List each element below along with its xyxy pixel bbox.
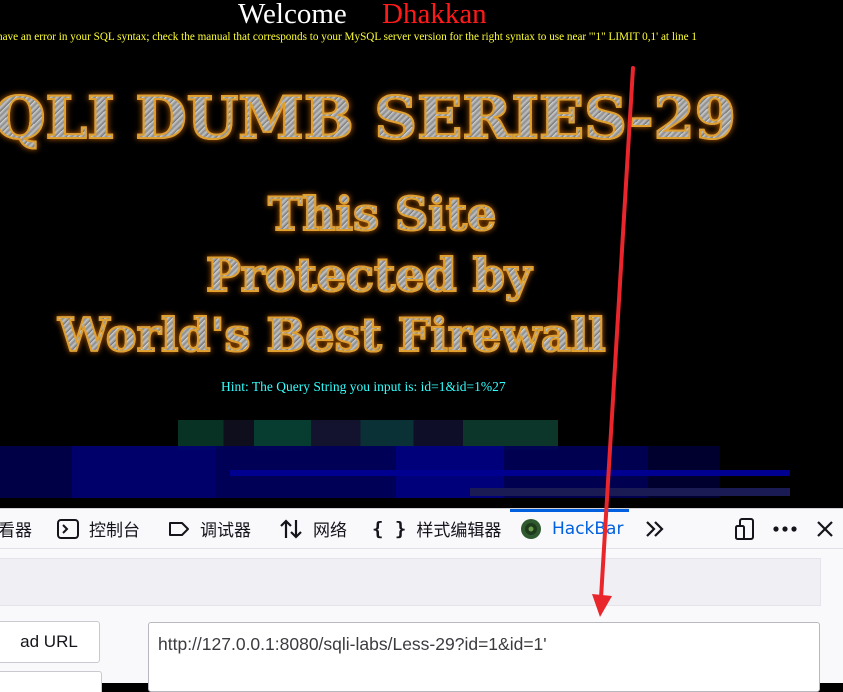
tab-inspector[interactable]: 看器 [0, 509, 32, 548]
tab-style-editor[interactable]: { } 样式编辑器 [372, 509, 501, 548]
query-string-hint: Hint: The Query String you input is: id=… [221, 379, 506, 394]
tab-hackbar-label: HackBar [552, 518, 624, 539]
hackbar-icon [520, 518, 542, 540]
tab-network-label: 网络 [313, 521, 347, 541]
user-name: Dhakkan [382, 0, 487, 30]
tab-network[interactable]: 网络 [279, 509, 347, 548]
debugger-icon [168, 520, 190, 538]
url-value: http://127.0.0.1:8080/sqli-labs/Less-29?… [158, 634, 547, 654]
sql-error-message: have an error in your SQL syntax; check … [0, 31, 697, 43]
responsive-design-icon[interactable] [730, 509, 760, 548]
more-tabs-icon[interactable] [640, 509, 670, 548]
welcome-label: Welcome [238, 0, 347, 30]
browser-page: Welcome Dhakkan have an error in your SQ… [0, 0, 843, 508]
network-icon [279, 518, 303, 540]
tab-hackbar[interactable]: HackBar [509, 509, 630, 548]
devtools-panel: 看器 控制台 调试器 网络 { } 样式编辑器 HackBar ad URL h… [0, 508, 843, 692]
load-url-label: ad URL [20, 632, 78, 651]
tab-debugger-label: 调试器 [200, 521, 251, 541]
style-editor-icon: { } [372, 517, 407, 540]
banner-line-2: Protected by [205, 247, 533, 303]
devtools-tabbar: 看器 控制台 调试器 网络 { } 样式编辑器 HackBar [0, 509, 843, 549]
close-icon[interactable] [810, 509, 840, 548]
tab-debugger[interactable]: 调试器 [168, 509, 251, 548]
hackbar-toolbar [0, 558, 821, 606]
banner-line-1: This Site [267, 186, 497, 242]
console-icon [57, 518, 79, 539]
tab-inspector-label: 看器 [0, 521, 32, 541]
load-url-button[interactable]: ad URL [0, 621, 100, 663]
page-title: QLI DUMB SERIES-29 [0, 83, 737, 153]
tab-style-editor-label: 样式编辑器 [416, 521, 502, 541]
more-options-icon[interactable] [770, 509, 800, 548]
welcome-banner: Welcome Dhakkan [0, 0, 843, 34]
pixelated-strip [230, 470, 790, 476]
tab-console-label: 控制台 [89, 521, 140, 541]
banner-line-3: World's Best Firewall [57, 307, 607, 363]
tab-console[interactable]: 控制台 [57, 509, 140, 548]
pixelated-strip [470, 488, 790, 496]
